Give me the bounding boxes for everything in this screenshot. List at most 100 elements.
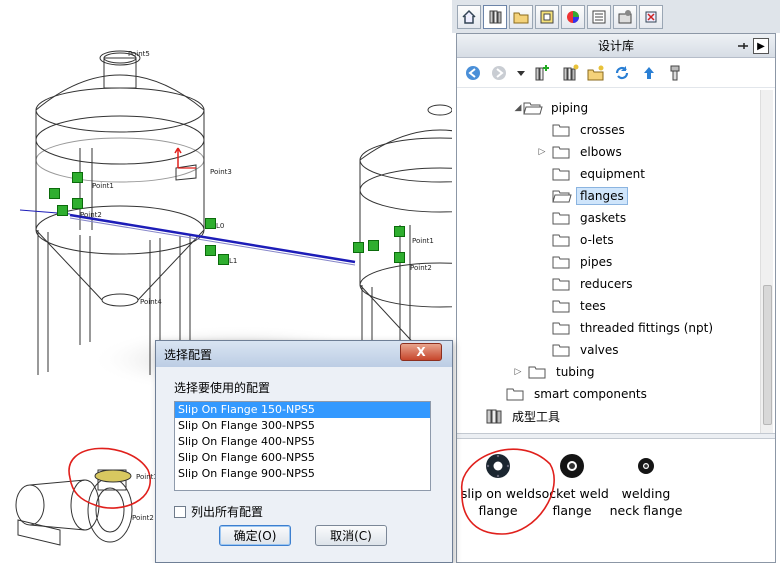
dropdown-icon[interactable] [512, 64, 530, 82]
mate-marker[interactable] [205, 218, 216, 229]
folder-icon [552, 278, 570, 291]
mate-marker[interactable] [394, 226, 405, 237]
forward-icon[interactable] [490, 64, 508, 82]
tree-scrollbar[interactable] [760, 90, 773, 433]
folder-icon [552, 212, 570, 225]
library-items-area: slip on weld flange socket weld flange w… [457, 439, 775, 563]
design-checker-tab-icon[interactable] [639, 5, 663, 29]
tree-item-reducers[interactable]: reducers [552, 274, 636, 294]
appearances-tab-icon[interactable] [561, 5, 585, 29]
tree-item-threaded-fittings[interactable]: threaded fittings (npt) [552, 318, 717, 338]
show-all-configurations-option[interactable]: 列出所有配置 [174, 503, 263, 520]
dialog-title-bar[interactable]: 选择配置 X [156, 341, 452, 367]
tree-item-label: threaded fittings (npt) [580, 321, 714, 335]
configuration-option[interactable]: Slip On Flange 300-NPS5 [175, 418, 430, 434]
configuration-option[interactable]: Slip On Flange 600-NPS5 [175, 450, 430, 466]
design-library-panel: 设计库 ▶ ◢ piping crosses ▷ elbows equipmen… [456, 33, 776, 563]
configuration-option[interactable]: Slip On Flange 400-NPS5 [175, 434, 430, 450]
mate-marker[interactable] [368, 240, 379, 251]
mate-marker[interactable] [218, 254, 229, 265]
folder-icon [552, 322, 570, 335]
flange-thumbnail-icon [486, 454, 510, 478]
tree-item-valves[interactable]: valves [552, 340, 623, 360]
mate-marker[interactable] [394, 252, 405, 263]
file-explorer-tab-icon[interactable] [509, 5, 533, 29]
configuration-option[interactable]: Slip On Flange 150-NPS5 [175, 402, 430, 418]
dialog-title: 选择配置 [164, 347, 213, 362]
point-label: Point5 [128, 50, 150, 58]
create-folder-icon[interactable] [587, 64, 605, 82]
mate-marker[interactable] [57, 205, 68, 216]
expand-arrow-icon[interactable]: ▷ [537, 147, 547, 157]
folder-icon [506, 388, 524, 401]
tree-item-tees[interactable]: tees [552, 296, 610, 316]
ok-button[interactable]: 确定(O) [219, 525, 291, 546]
add-to-library-icon[interactable] [532, 64, 550, 82]
mate-marker[interactable] [353, 242, 364, 253]
mate-marker[interactable] [49, 188, 60, 199]
tree-item-label: reducers [580, 277, 633, 291]
custom-properties-tab-icon[interactable] [587, 5, 611, 29]
design-library-tab-icon[interactable] [483, 5, 507, 29]
tree-item-label: valves [580, 343, 619, 357]
show-all-checkbox[interactable] [174, 505, 186, 518]
view-palette-tab-icon[interactable] [535, 5, 559, 29]
item-caption-line2: flange [478, 503, 518, 518]
tree-item-gaskets[interactable]: gaskets [552, 208, 630, 228]
collapse-arrow-icon[interactable]: ◢ [513, 103, 523, 113]
cancel-button[interactable]: 取消(C) [315, 525, 387, 546]
library-item-slip-on-weld-flange[interactable]: slip on weld flange [457, 449, 539, 519]
tree-item-label: gaskets [580, 211, 627, 225]
tree-item-label: 成型工具 [512, 409, 561, 424]
add-file-location-icon[interactable] [561, 64, 579, 82]
flange-thumbnail-icon [560, 454, 584, 478]
panel-title-bar: 设计库 ▶ [457, 34, 775, 58]
configuration-list[interactable]: Slip On Flange 150-NPS5 Slip On Flange 3… [174, 401, 431, 491]
tree-item-flanges[interactable]: flanges [552, 186, 628, 206]
tree-item-tubing[interactable]: ▷ tubing [513, 362, 598, 382]
show-all-label: 列出所有配置 [191, 505, 264, 519]
tree-item-forming-tools[interactable]: 成型工具 [484, 406, 564, 426]
point-label: Point2 [410, 264, 432, 272]
mate-marker[interactable] [72, 198, 83, 209]
tree-item-label: tubing [556, 365, 595, 379]
tree-item-equipment[interactable]: equipment [552, 164, 649, 184]
up-folder-icon[interactable] [640, 64, 658, 82]
back-icon[interactable] [464, 64, 482, 82]
point-label: Point2 [132, 514, 154, 522]
close-button[interactable]: X [400, 343, 442, 361]
tree-item-label: o-lets [580, 233, 614, 247]
bolt-icon[interactable] [666, 64, 684, 82]
dialog-prompt: 选择要使用的配置 [174, 381, 271, 395]
tree-item-label: equipment [580, 167, 645, 181]
home-tab-icon[interactable] [457, 5, 481, 29]
tree-item-elbows[interactable]: ▷ elbows [537, 142, 626, 162]
library-item-welding-neck-flange[interactable]: welding neck flange [605, 449, 687, 519]
forum-tab-icon[interactable] [613, 5, 637, 29]
folder-icon [552, 300, 570, 313]
mate-marker[interactable] [72, 172, 83, 183]
folder-icon [528, 366, 546, 379]
tree-item-smart-components[interactable]: smart components [506, 384, 651, 404]
item-caption-line2: neck flange [609, 503, 683, 518]
folder-icon [552, 146, 570, 159]
refresh-icon[interactable] [613, 64, 631, 82]
configuration-option[interactable]: Slip On Flange 900-NPS5 [175, 466, 430, 482]
tree-item-label: flanges [576, 187, 628, 205]
tree-item-pipes[interactable]: pipes [552, 252, 616, 272]
tree-item-crosses[interactable]: crosses [552, 120, 629, 140]
point-label: Point4 [140, 298, 162, 306]
select-configuration-dialog: 选择配置 X 选择要使用的配置 Slip On Flange 150-NPS5 … [155, 340, 453, 563]
tree-item-piping[interactable]: ◢ piping [513, 98, 592, 118]
scrollbar-thumb[interactable] [763, 285, 772, 425]
library-item-socket-weld-flange[interactable]: socket weld flange [531, 449, 613, 519]
pin-icon[interactable] [735, 39, 749, 53]
tree-item-label: tees [580, 299, 606, 313]
item-caption-line1: slip on weld [460, 486, 536, 501]
expand-arrow-icon[interactable]: ▷ [513, 367, 523, 377]
expand-panel-icon[interactable]: ▶ [753, 38, 769, 54]
right-tank [359, 104, 452, 363]
panel-title: 设计库 [597, 39, 634, 53]
mate-marker[interactable] [205, 245, 216, 256]
tree-item-o-lets[interactable]: o-lets [552, 230, 618, 250]
